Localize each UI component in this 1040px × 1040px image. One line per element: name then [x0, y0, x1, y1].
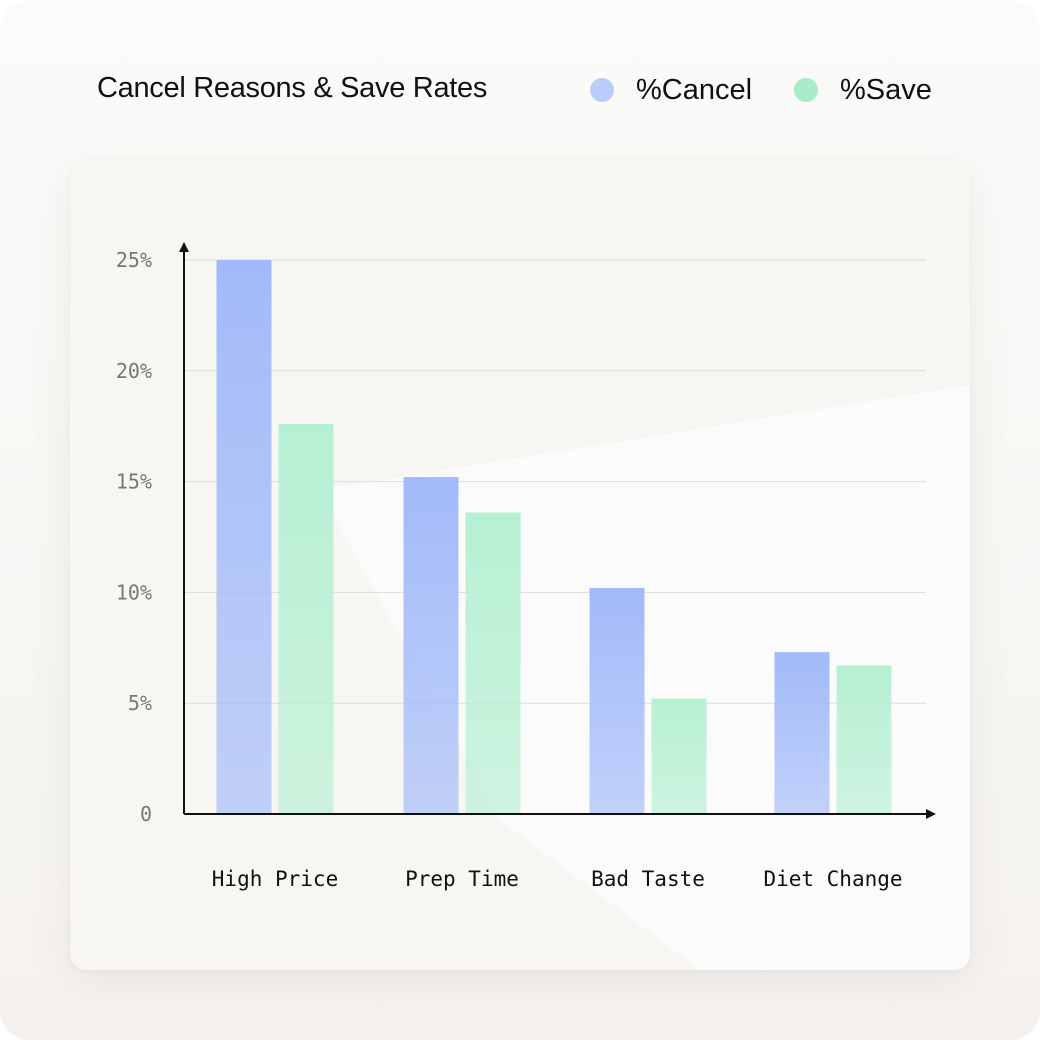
bar-cancel — [774, 652, 830, 814]
chart-title: Cancel Reasons & Save Rates — [97, 72, 488, 104]
bar-cancel — [589, 587, 645, 814]
legend-label-save: %Save — [840, 73, 932, 106]
legend-swatch-save — [794, 78, 818, 102]
x-category-label: Diet Change — [763, 867, 902, 891]
y-tick-label: 0 — [140, 802, 152, 826]
bar-save-cap — [836, 665, 892, 668]
chart-card: Cancel Reasons & Save Rates %Cancel %Sav… — [0, 0, 1040, 1040]
bar-cancel-cap — [589, 587, 645, 590]
chart-panel: 0 5% 10% 15% 20% 25% High Price Prep Time Bad Ta… — [70, 160, 970, 970]
bar-cancel-cap — [216, 260, 272, 262]
bar-save — [836, 665, 892, 814]
y-tick-label: 25% — [116, 248, 152, 272]
bar-cancel-cap — [403, 477, 459, 480]
x-category-label: High Price — [212, 867, 338, 891]
bar-save — [651, 698, 707, 814]
legend-label-cancel: %Cancel — [636, 73, 753, 106]
legend-item-cancel: %Cancel — [590, 72, 752, 108]
legend-swatch-cancel — [590, 78, 614, 102]
bar-save — [278, 423, 334, 814]
y-tick-label: 20% — [116, 359, 152, 383]
bar-cancel — [403, 477, 459, 814]
y-tick-label: 10% — [116, 580, 152, 604]
y-axis-arrow — [179, 242, 189, 252]
bar-save-cap — [465, 512, 521, 515]
x-category-label: Bad Taste — [591, 867, 705, 891]
bar-cancel-cap — [774, 652, 830, 655]
bar-save — [465, 512, 521, 814]
y-tick-label: 5% — [128, 691, 152, 715]
x-category-label: Prep Time — [405, 867, 519, 891]
bar-chart: 0 5% 10% 15% 20% 25% High Price Prep Time Bad Ta… — [116, 242, 970, 970]
legend-item-save: %Save — [794, 72, 932, 108]
bar-save-cap — [651, 698, 707, 701]
y-tick-label: 15% — [116, 470, 152, 494]
bar-cancel — [216, 260, 272, 814]
bar-save-cap — [278, 423, 334, 426]
